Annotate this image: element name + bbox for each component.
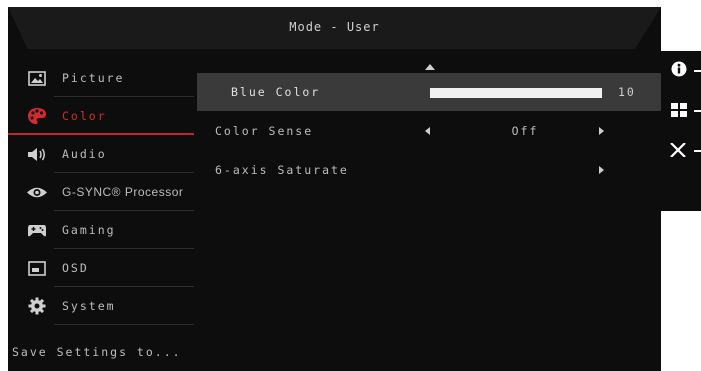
sidebar-item-system[interactable]: System [8,287,194,325]
hotkey-dash [694,70,701,72]
sidebar-item-label: Color [62,109,107,123]
arrow-right-icon[interactable] [599,127,604,135]
six-axis-saturate-row[interactable]: 6-axis Saturate [195,151,661,189]
sidebar-item-osd[interactable]: OSD [8,249,194,287]
info-hotkey[interactable] [661,51,701,91]
sidebar-item-label: G-SYNC® Processor [62,185,184,199]
blue-color-row[interactable]: Blue Color 10 [197,73,661,111]
hotkey-dash [694,110,701,112]
page-title: Mode - User [289,20,380,34]
sidebar: Picture Color Audio G-SYNC® Processor Ga… [8,59,194,325]
sidebar-item-label: Gaming [62,223,116,237]
osd-panel: Mode - User Picture Color Audio G-SYNC® … [8,7,661,371]
gsync-icon [26,183,48,201]
hotkey-panel [661,51,701,211]
sidebar-item-gsync[interactable]: G-SYNC® Processor [8,173,194,211]
color-sense-row[interactable]: Color Sense Off [195,112,661,150]
scroll-up-arrow-icon[interactable] [425,64,435,70]
info-icon [671,61,687,81]
sidebar-item-label: System [62,299,116,313]
sidebar-item-gaming[interactable]: Gaming [8,211,194,249]
six-axis-saturate-label: 6-axis Saturate [215,163,349,177]
sidebar-item-label: Picture [62,71,125,85]
hotkey-dash [694,150,701,152]
gear-icon [26,297,48,315]
gamepad-icon [26,221,48,239]
blue-color-slider[interactable] [430,88,602,98]
color-sense-value: Off [511,124,539,138]
close-icon [670,141,686,161]
sidebar-item-label: Audio [62,147,107,161]
close-hotkey[interactable] [661,131,701,171]
arrow-right-icon[interactable] [599,166,604,174]
blue-color-value: 10 [618,85,636,99]
arrow-left-icon[interactable] [425,127,430,135]
picture-icon [26,69,48,87]
color-sense-label: Color Sense [215,124,314,138]
divider [54,324,194,325]
color-palette-icon [26,107,48,125]
sidebar-item-color[interactable]: Color [8,97,194,135]
menu-hotkey[interactable] [661,91,701,131]
slider-fill [430,88,602,98]
osd-icon [26,259,48,277]
speaker-icon [26,145,48,163]
grid-menu-icon [671,102,687,121]
sidebar-item-audio[interactable]: Audio [8,135,194,173]
sidebar-item-label: OSD [62,261,89,275]
save-settings-button[interactable]: Save Settings to... [8,345,182,359]
blue-color-label: Blue Color [231,85,321,99]
sidebar-item-picture[interactable]: Picture [8,59,194,97]
